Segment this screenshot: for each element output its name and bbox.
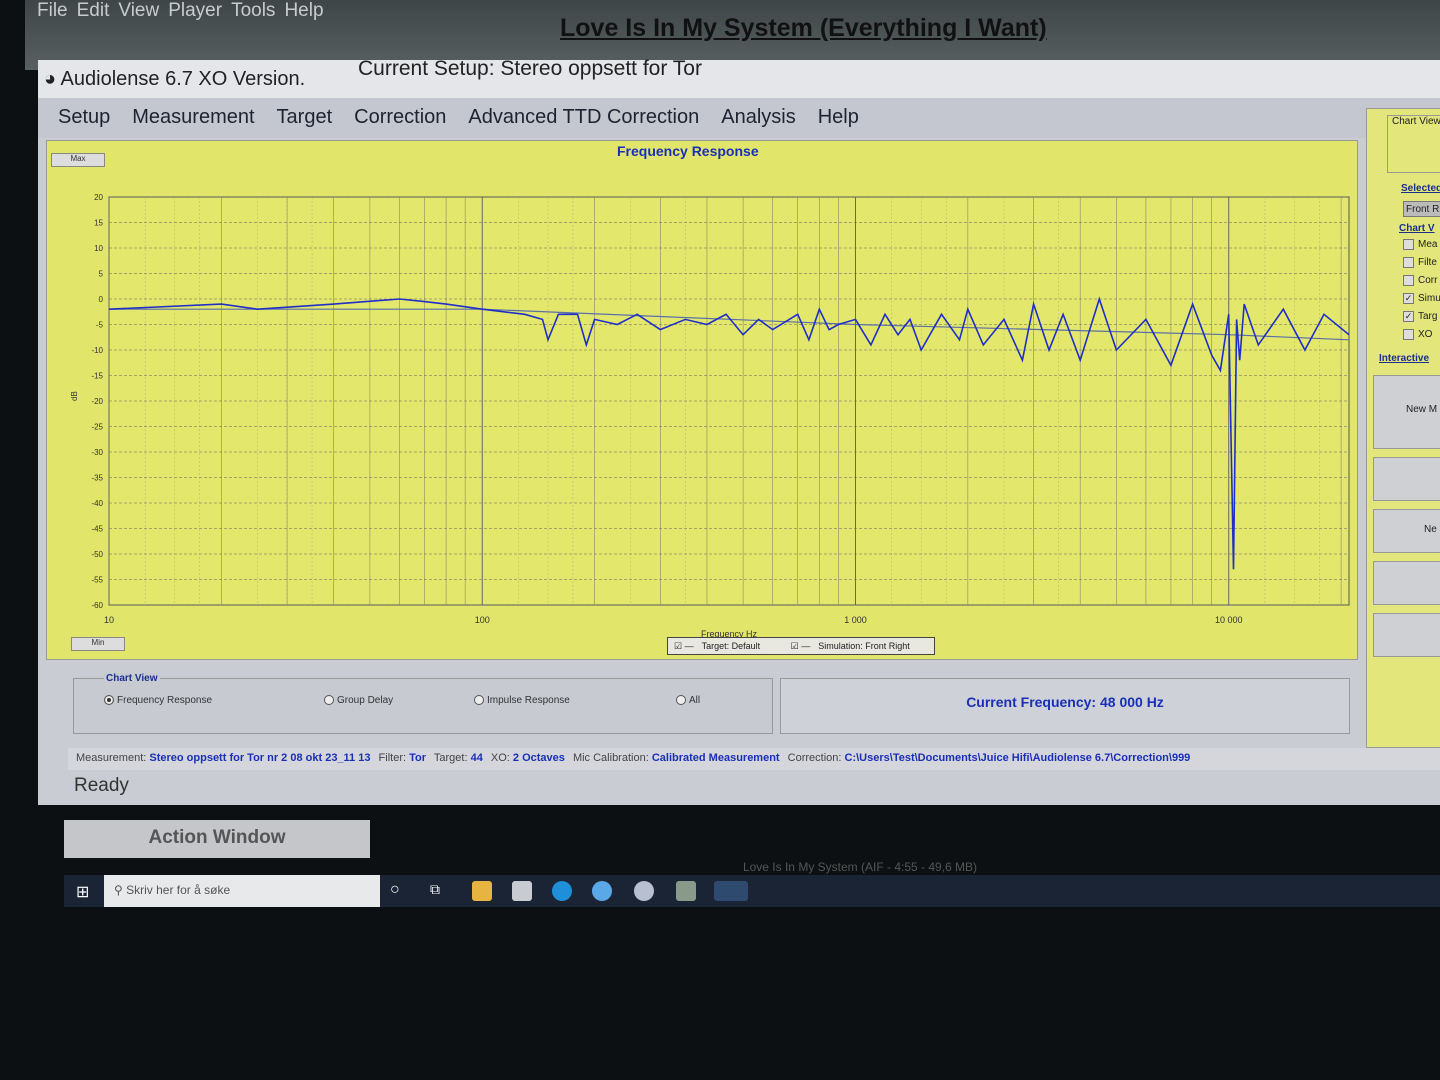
y-tick-label: -20 [91, 397, 103, 406]
spreadsheet-icon[interactable] [676, 881, 696, 901]
menu-analysis[interactable]: Analysis [721, 106, 795, 128]
task-view-icon[interactable]: ⧉ [430, 881, 450, 901]
player-menu: File Edit View Player Tools Help [37, 0, 333, 22]
y-tick-label: 5 [99, 270, 104, 279]
interactive-label: Interactive [1379, 353, 1430, 364]
song-title: Love Is In My System (Everything I Want) [560, 14, 1047, 42]
player-menu-tools[interactable]: Tools [231, 0, 275, 21]
player-menu-edit[interactable]: Edit [77, 0, 110, 21]
title-bar: ◕ Audiolense 6.7 XO Version. Current Set… [38, 57, 1440, 98]
y-tick-label: -10 [91, 346, 103, 355]
side-button-5[interactable] [1373, 613, 1440, 657]
player-track-info: Love Is In My System (AIF - 4:55 - 49,6 … [742, 860, 978, 874]
store-icon[interactable] [512, 881, 532, 901]
menu-measurement[interactable]: Measurement [132, 106, 254, 128]
chart-view-checkbox[interactable]: ✓ Targ [1403, 311, 1437, 322]
y-tick-label: 10 [94, 244, 103, 253]
y-tick-label: -45 [91, 525, 103, 534]
radio-impulse-response[interactable]: Impulse Response [474, 695, 570, 706]
chart-view-checkbox[interactable]: XO [1403, 329, 1432, 340]
y-axis-label: dB [70, 391, 79, 401]
side-button-4[interactable] [1373, 561, 1440, 605]
edge-icon[interactable] [552, 881, 572, 901]
audiolense-taskbar-icon[interactable] [714, 881, 748, 901]
selected-label: Selected [1401, 183, 1440, 194]
x-tick-label: 10 [104, 615, 114, 625]
frequency-chart-panel: Frequency Response Max Min 20 15 10 5 0 -5 -10… [46, 140, 1358, 660]
chart-view-group: Chart View [1387, 115, 1440, 173]
chart-v-label: Chart V [1399, 223, 1435, 234]
chart-view-checkbox[interactable]: Filte [1403, 257, 1437, 268]
chart-view-checkbox[interactable]: Mea [1403, 239, 1437, 250]
y-tick-label: -35 [91, 474, 103, 483]
radio-group-delay[interactable]: Group Delay [324, 695, 393, 706]
player-menu-help[interactable]: Help [284, 0, 323, 21]
chart-title: Frequency Response [617, 143, 759, 159]
windows-start-icon[interactable]: ⊞ [76, 882, 89, 902]
side-button-3[interactable]: Ne [1373, 509, 1440, 553]
chart-view-options: Chart View Frequency Response Group Dela… [73, 673, 773, 734]
y-tick-label: -30 [91, 448, 103, 457]
file-explorer-icon[interactable] [472, 881, 492, 901]
audiolense-window: ◕ Audiolense 6.7 XO Version. Current Set… [38, 57, 1440, 805]
app-logo-icon: ◕ [44, 68, 61, 90]
legend-target: Target: Default [701, 641, 761, 651]
radio-all[interactable]: All [676, 695, 700, 706]
menu-setup[interactable]: Setup [58, 106, 110, 128]
menu-correction[interactable]: Correction [354, 106, 446, 128]
current-setup: Current Setup: Stereo oppsett for Tor [358, 57, 702, 80]
radio-frequency-response[interactable]: Frequency Response [104, 695, 212, 706]
chart-view-title: Chart View [104, 673, 160, 684]
y-tick-label: 15 [94, 219, 103, 228]
taskbar-search[interactable]: ⚲ Skriv her for å søke [104, 875, 380, 907]
search-icon: ⚲ [114, 883, 127, 897]
side-panel: Chart View Selected Front R Chart V Mea F… [1366, 108, 1440, 748]
chart-view-checkbox[interactable]: Corr [1403, 275, 1437, 286]
current-frequency: Current Frequency: 48 000 Hz [780, 678, 1350, 734]
menu-bar: Setup Measurement Target Correction Advanced… [38, 98, 1440, 138]
media-player-icon[interactable] [592, 881, 612, 901]
x-tick-label: 1 000 [844, 615, 867, 625]
player-menu-view[interactable]: View [118, 0, 159, 21]
y-tick-label: -55 [91, 576, 103, 585]
app-title: Audiolense 6.7 XO Version. [60, 68, 306, 90]
player-menu-file[interactable]: File [37, 0, 68, 21]
menu-advanced-ttd[interactable]: Advanced TTD Correction [468, 106, 699, 128]
y-tick-label: 20 [94, 193, 103, 202]
chart-view-label: Chart View [1392, 116, 1440, 127]
y-tick-label: -50 [91, 550, 103, 559]
y-tick-label: 0 [99, 295, 104, 304]
legend-simulation-checkbox[interactable]: ☑ — [791, 641, 811, 651]
side-button-2[interactable] [1373, 457, 1440, 501]
menu-target[interactable]: Target [277, 106, 333, 128]
ready-status: Ready [74, 775, 129, 796]
y-tick-label: -25 [91, 423, 103, 432]
app-icon[interactable] [634, 881, 654, 901]
chart-legend: ☑ — Target: Default ☑ — Simulation: Front … [667, 637, 935, 655]
menu-help[interactable]: Help [818, 106, 859, 128]
player-menu-player[interactable]: Player [168, 0, 222, 21]
cortana-icon[interactable]: ○ [390, 881, 410, 901]
x-tick-label: 10 000 [1215, 615, 1243, 625]
frequency-response-chart[interactable]: 20 15 10 5 0 -5 -10 -15 -20 -25 -30 -35 -40 -45 -50 -55… [47, 161, 1359, 651]
y-tick-label: -15 [91, 372, 103, 381]
new-measurement-button[interactable]: New M [1373, 375, 1440, 449]
speaker-select[interactable]: Front R [1403, 201, 1440, 217]
chart-view-checkbox[interactable]: ✓ Simu [1403, 293, 1440, 304]
status-info: Measurement: Stereo oppsett for Tor nr 2… [68, 748, 1440, 770]
legend-target-checkbox[interactable]: ☑ — [674, 641, 694, 651]
taskbar: ⊞ ⚲ Skriv her for å søke ○ ⧉ [64, 875, 1440, 907]
action-window-header[interactable]: Action Window [64, 820, 370, 858]
x-tick-label: 100 [475, 615, 490, 625]
y-tick-label: -5 [96, 321, 104, 330]
y-tick-label: -60 [91, 601, 103, 610]
legend-simulation: Simulation: Front Right [818, 641, 910, 651]
y-tick-label: -40 [91, 499, 103, 508]
